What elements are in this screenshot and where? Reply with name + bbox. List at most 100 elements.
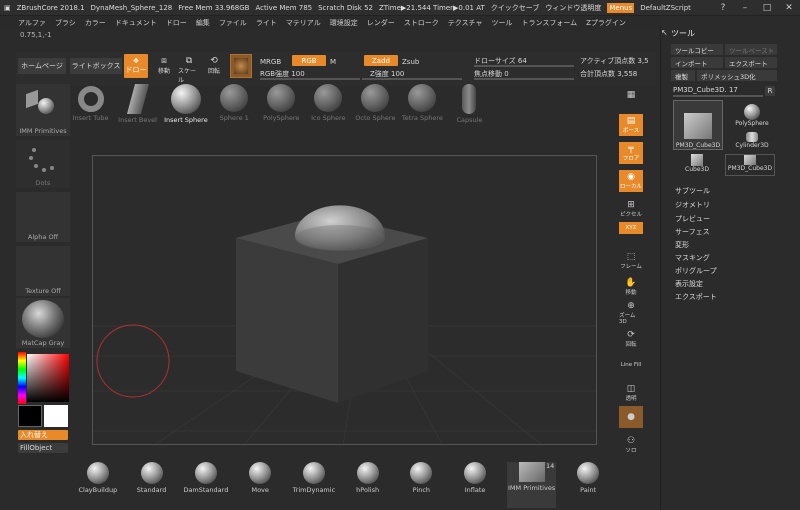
zoom3d-button[interactable]: ⊕ ズーム3D [619, 301, 643, 325]
menu-edit[interactable]: 編集 [196, 18, 210, 28]
rotate-mode-button[interactable]: ⟲ 回転 [204, 56, 224, 78]
menu-transform[interactable]: トランスフォーム [521, 18, 577, 28]
brush-ico-sphere[interactable]: Ico Sphere [308, 84, 349, 132]
menu-texture[interactable]: テクスチャ [448, 18, 483, 28]
menu-subtool[interactable]: サブツール [675, 186, 710, 196]
material-swatch[interactable] [230, 54, 252, 78]
homepage-button[interactable]: ホームページ [18, 58, 66, 74]
back-arrow-icon[interactable]: ↖ [661, 28, 668, 37]
brush-hpolish[interactable]: hPolish [346, 462, 390, 508]
brush-octo-sphere[interactable]: Octo Sphere [355, 84, 396, 132]
brush-damstandard[interactable]: DamStandard [183, 462, 228, 508]
menu-geometry[interactable]: ジオメトリ [675, 200, 710, 210]
texture-slot[interactable]: Texture Off [16, 246, 70, 296]
linefill-button[interactable]: Line Fill [619, 354, 643, 376]
secondary-color-swatch[interactable] [18, 405, 42, 427]
transparent-button[interactable]: ◫ 透明 [619, 382, 643, 404]
tool-thumb-pm3d-cube[interactable]: PM3D_Cube3D [673, 100, 723, 150]
brush-inflate[interactable]: Inflate [453, 462, 497, 508]
swap-colors-button[interactable]: 入れ替え [18, 430, 68, 440]
frame-button[interactable]: ⬚ フレーム [619, 250, 643, 272]
maximize-icon[interactable]: □ [756, 0, 778, 15]
close-icon[interactable]: ✕ [778, 0, 800, 15]
lightbox-button[interactable]: ライトボックス [70, 58, 122, 74]
quicksave-button[interactable]: クイックセーブ [491, 3, 540, 13]
brush-insert-bevel[interactable]: Insert Bevel [117, 84, 158, 132]
brush-standard[interactable]: Standard [130, 462, 174, 508]
menu-color[interactable]: カラー [85, 18, 106, 28]
color-picker[interactable] [18, 352, 70, 404]
tool-thumb-pm3d-cube-2[interactable]: PM3D_Cube3D [725, 154, 775, 176]
pixel-button[interactable]: ⊞ ピクセル [619, 198, 643, 220]
z-intensity-track[interactable] [362, 78, 462, 80]
persp-button[interactable]: ▤ ボース [619, 114, 643, 136]
menu-brush[interactable]: ブラシ [55, 18, 76, 28]
menu-deformation[interactable]: 変形 [675, 240, 689, 250]
import-button[interactable]: インポート [671, 57, 723, 68]
menu-document[interactable]: ドキュメント [115, 18, 157, 28]
menu-surface[interactable]: サーフェス [675, 227, 710, 237]
bpr-button[interactable]: ▦ [619, 84, 643, 106]
menu-display-properties[interactable]: 表示設定 [675, 279, 703, 289]
menu-file[interactable]: ファイル [219, 18, 247, 28]
menu-light[interactable]: ライト [256, 18, 277, 28]
mrgb-toggle[interactable]: MRGB [260, 58, 281, 66]
zadd-toggle[interactable]: Zadd [364, 55, 398, 66]
make-polymesh-button[interactable]: ポリメッシュ3D化 [697, 70, 777, 81]
menu-preferences[interactable]: 環境設定 [330, 18, 358, 28]
clone-button[interactable]: 複製 [671, 70, 695, 81]
brush-paint[interactable]: Paint [566, 462, 610, 508]
brush-move[interactable]: Move [238, 462, 282, 508]
scale-mode-button[interactable]: ⧉ スケール [178, 56, 200, 84]
current-tool-track[interactable] [673, 95, 763, 97]
menu-material[interactable]: マテリアル [286, 18, 321, 28]
hue-strip[interactable] [18, 352, 26, 404]
menus-toggle[interactable]: Menus [607, 2, 635, 13]
menu-alpha[interactable]: アルファ [18, 18, 46, 28]
menu-render[interactable]: レンダー [367, 18, 395, 28]
move-view-button[interactable]: ✋ 移動 [619, 276, 643, 298]
menu-stroke[interactable]: ストローク [404, 18, 439, 28]
imm-primitives-brush[interactable]: IMM Primitives [16, 84, 70, 136]
fill-object-button[interactable]: FillObject [18, 443, 68, 453]
menu-zplugin[interactable]: Zプラグイン [586, 18, 626, 28]
brush-capsule[interactable]: Capsule [449, 84, 490, 132]
focal-shift-track[interactable] [474, 78, 574, 80]
m-toggle[interactable]: M [330, 58, 336, 66]
tool-paste-button[interactable]: ツールペースト [725, 44, 777, 55]
viewport-canvas[interactable] [92, 155, 597, 445]
default-script[interactable]: DefaultZScript [640, 4, 691, 12]
draw-mode-button[interactable]: ✥ ドロー [124, 54, 148, 78]
local-button[interactable]: ◉ ローカル [619, 170, 643, 192]
primary-color-swatch[interactable] [44, 405, 68, 427]
reset-button[interactable]: R [765, 86, 775, 96]
xyz-button[interactable]: XYZ [619, 222, 643, 234]
window-transparency[interactable]: ウィンドウ透明度 [545, 3, 601, 13]
current-tool-slider[interactable]: PM3D_Cube3D. 17 [673, 86, 738, 94]
brush-pinch[interactable]: Pinch [399, 462, 443, 508]
help-icon[interactable]: ? [712, 0, 734, 15]
brush-trimdynamic[interactable]: TrimDynamic [292, 462, 336, 508]
brush-sphere-1[interactable]: Sphere 1 [214, 84, 255, 132]
alpha-slot[interactable]: Alpha Off [16, 192, 70, 242]
menu-polygroups[interactable]: ポリグループ [675, 266, 717, 276]
saturation-value-field[interactable] [27, 354, 69, 402]
rotate-view-button[interactable]: ⟳ 回転 [619, 328, 643, 350]
brush-polysphere[interactable]: PolySphere [261, 84, 302, 132]
tool-copy-button[interactable]: ツールコピー [671, 44, 723, 55]
menu-preview[interactable]: プレビュー [675, 214, 710, 224]
move-mode-button[interactable]: ⧈ 移動 [154, 56, 174, 78]
export-button[interactable]: エクスポート [725, 57, 777, 68]
solo-button[interactable]: ⚇ ソロ [619, 434, 643, 456]
draw-size-track[interactable] [474, 65, 574, 67]
menu-tool-export[interactable]: エクスポート [675, 292, 717, 302]
brush-imm-primitives[interactable]: 14 IMM Primitives [506, 462, 557, 508]
floor-button[interactable]: ╤ フロア [619, 142, 643, 164]
material-preview-button[interactable]: ● [619, 406, 643, 428]
menu-tool[interactable]: ツール [491, 18, 512, 28]
zsub-toggle[interactable]: Zsub [402, 58, 419, 66]
brush-insert-sphere[interactable]: Insert Sphere [164, 84, 208, 132]
material-slot[interactable]: MatCap Gray [16, 298, 70, 348]
tool-thumb-cylinder[interactable]: Cylinder3D [731, 132, 773, 152]
brush-tetra-sphere[interactable]: Tetra Sphere [402, 84, 443, 132]
